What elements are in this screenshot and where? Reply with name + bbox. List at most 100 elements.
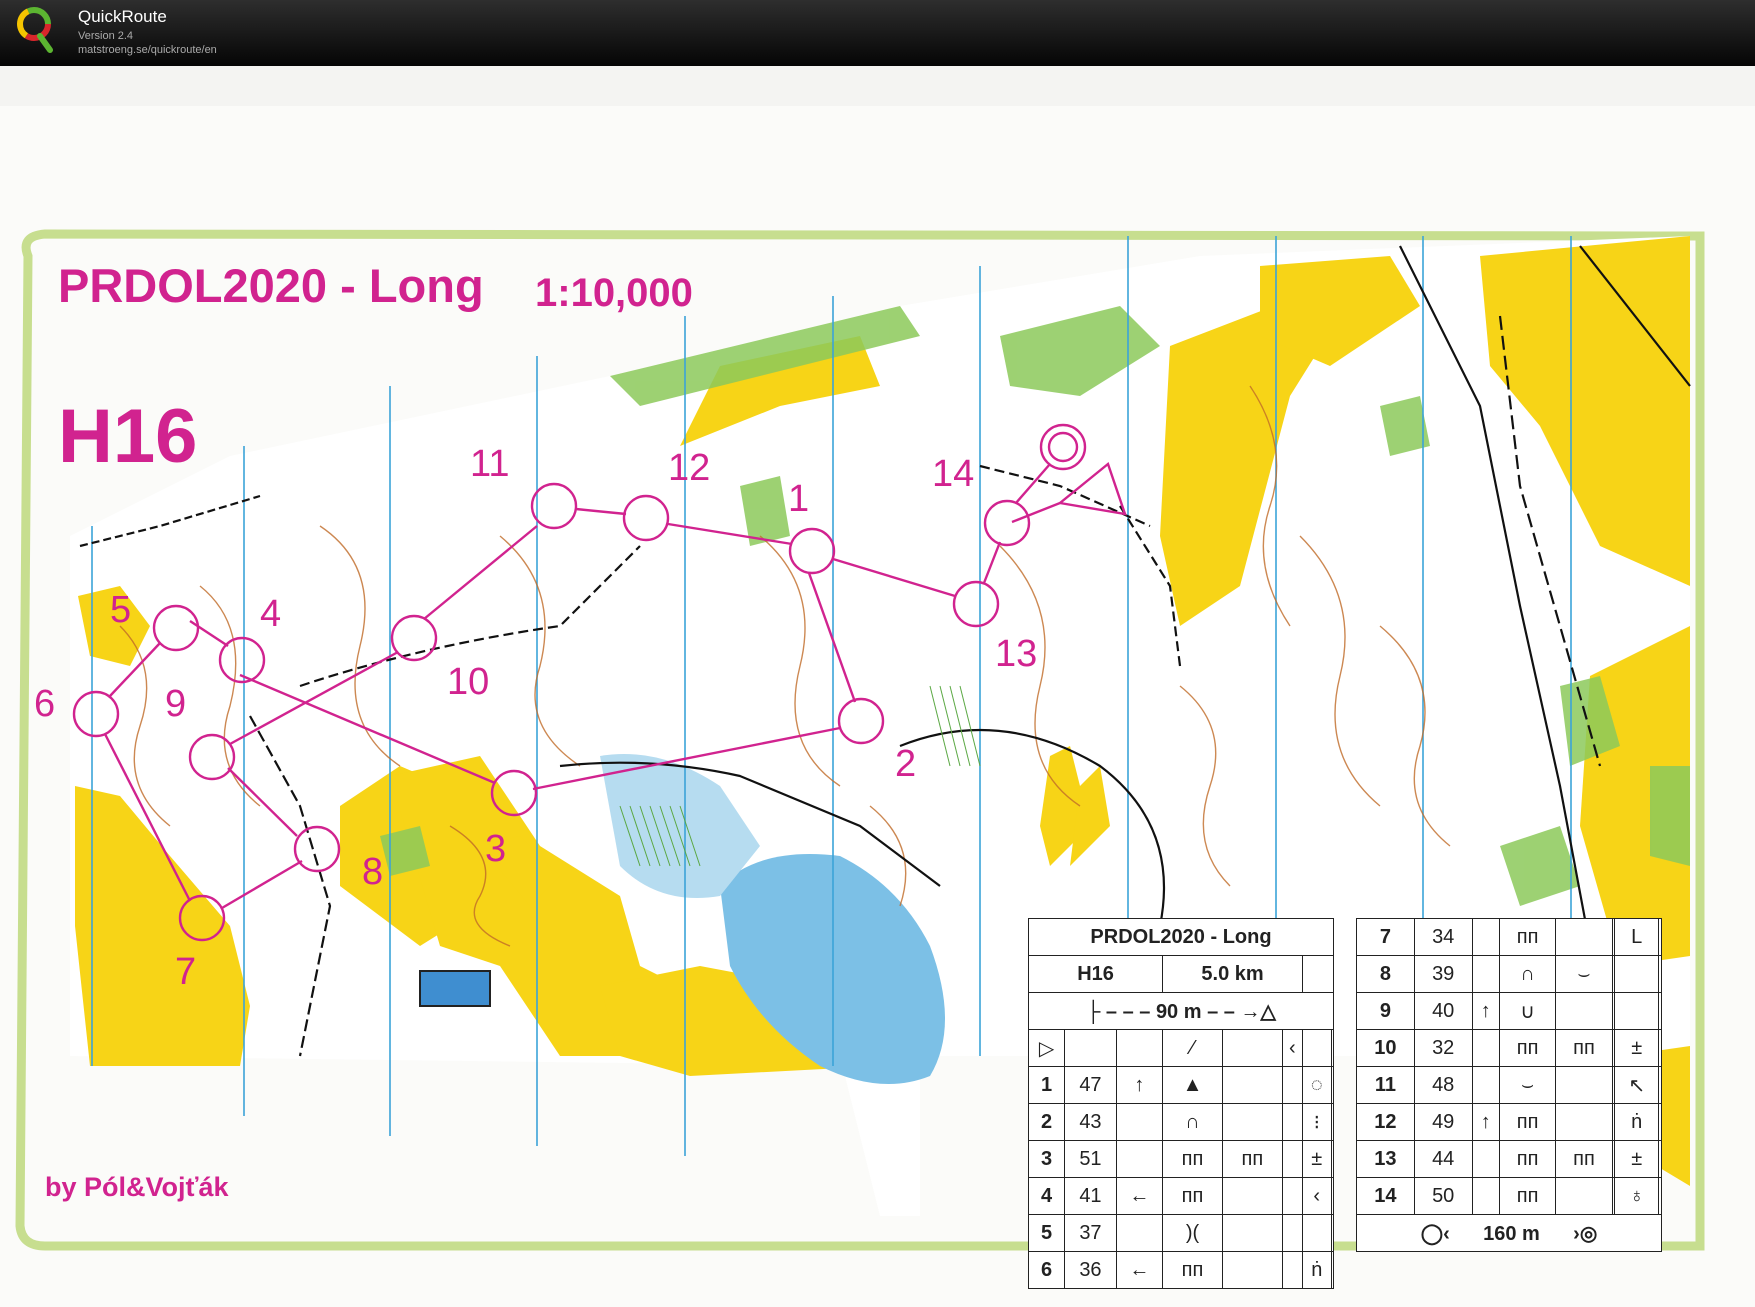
control-label-14: 14 xyxy=(932,453,974,495)
cd-finish-distance: ◯‹ 160 m ›◎ xyxy=(1356,1214,1662,1252)
cd-start-distance: ├ – – – 90 m – – →△ xyxy=(1028,992,1334,1030)
cd-cell xyxy=(1281,1251,1304,1289)
cd-cell xyxy=(1221,1214,1283,1252)
cd-cell xyxy=(1330,1177,1334,1215)
cd-cell: ▲ xyxy=(1162,1066,1223,1104)
cd-cell xyxy=(1221,1029,1283,1067)
cd-cell xyxy=(1281,1177,1304,1215)
cd-cell xyxy=(1471,1066,1500,1104)
cd-cell: ᴨᴨ xyxy=(1555,1029,1613,1067)
cd-cell: ← xyxy=(1115,1177,1164,1215)
cd-cell xyxy=(1302,955,1334,993)
cd-cell: 51 xyxy=(1064,1140,1117,1178)
control-label-10: 10 xyxy=(447,661,489,703)
cd-cell: ⁝ xyxy=(1302,1103,1332,1141)
cd-cell: ⌣ xyxy=(1498,1066,1557,1104)
app-url[interactable]: matstroeng.se/quickroute/en xyxy=(78,44,217,56)
cd-cell: ṅ xyxy=(1302,1251,1332,1289)
cd-cell: 37 xyxy=(1064,1214,1117,1252)
cd-cell: ṅ xyxy=(1614,1103,1660,1141)
app-title: QuickRoute xyxy=(78,7,167,26)
cd-cell xyxy=(1614,955,1660,993)
control-label-1: 1 xyxy=(788,478,809,520)
cd-cell xyxy=(1471,918,1500,956)
cd-cell xyxy=(1115,1214,1164,1252)
control-description-right: 7 34 ᴨᴨ L 8 39 ∩ ⌣ 9 40 ↑ ∪ 10 32 ᴨᴨ ᴨᴨ ± 11 48 ⌣ ↖ 12 49… xyxy=(1356,918,1662,1252)
cd-length: 5.0 km xyxy=(1162,955,1304,993)
cd-cell: 1 xyxy=(1027,1066,1066,1104)
cd-cell: ᴨᴨ xyxy=(1498,1177,1557,1215)
cd-cell xyxy=(1221,1177,1283,1215)
control-label-2: 2 xyxy=(895,743,916,785)
cd-cell: ◌ xyxy=(1302,1066,1332,1104)
cd-cell: 11 xyxy=(1356,1066,1415,1104)
cd-cell: 6 xyxy=(1027,1251,1066,1289)
cd-cell: 10 xyxy=(1356,1029,1415,1067)
cd-cell: 4 xyxy=(1027,1177,1066,1215)
cd-cell: 5 xyxy=(1027,1214,1066,1252)
cd-cell: ᴨᴨ xyxy=(1162,1177,1223,1215)
cd-cell: ᴨᴨ xyxy=(1498,1029,1557,1067)
cd-cell: 49 xyxy=(1413,1103,1473,1141)
cd-cell xyxy=(1221,1251,1283,1289)
cd-cell: ± xyxy=(1614,1029,1660,1067)
cd-cell: ↑ xyxy=(1115,1066,1164,1104)
cd-cell: ‹ xyxy=(1281,1029,1304,1067)
cd-cell: 47 xyxy=(1064,1066,1117,1104)
cd-cell xyxy=(1281,1214,1304,1252)
control-label-13: 13 xyxy=(995,633,1037,675)
cd-cell: ↑ xyxy=(1471,1103,1500,1141)
cd-cell: 50 xyxy=(1413,1177,1473,1215)
cd-cell: ∩ xyxy=(1498,955,1557,993)
map-canvas[interactable]: 1 2 3 4 5 6 7 8 9 10 11 12 13 14 PRDOL20… xyxy=(0,66,1755,1307)
cd-cell xyxy=(1658,918,1662,956)
cd-cell: 3 xyxy=(1027,1140,1066,1178)
cd-cell: )( xyxy=(1162,1214,1223,1252)
control-label-11: 11 xyxy=(470,443,509,485)
cd-cell: 7 xyxy=(1356,918,1415,956)
control-label-7: 7 xyxy=(175,951,196,993)
app-version: Version 2.4 xyxy=(78,30,134,42)
cd-cell: 36 xyxy=(1064,1251,1117,1289)
control-description-left: PRDOL2020 - Long H16 5.0 km ├ – – – 90 m… xyxy=(1027,918,1334,1289)
cd-cell xyxy=(1330,1251,1334,1289)
cd-cell: ∪ xyxy=(1498,992,1557,1030)
cd-cell: ᴨᴨ xyxy=(1498,1140,1557,1178)
cd-cell xyxy=(1658,1066,1662,1104)
map-credit: by Pól&Vojťák xyxy=(45,1172,229,1202)
cd-cell: L xyxy=(1614,918,1660,956)
control-label-5: 5 xyxy=(110,589,131,631)
cd-cell: 39 xyxy=(1413,955,1473,993)
cd-cell: 34 xyxy=(1413,918,1473,956)
cd-cell xyxy=(1064,1029,1117,1067)
cd-cell xyxy=(1555,1177,1613,1215)
cd-cell: ↖ xyxy=(1614,1066,1660,1104)
cd-cell: ± xyxy=(1302,1140,1332,1178)
cd-cell xyxy=(1555,992,1613,1030)
cd-cell: ‹ xyxy=(1302,1177,1332,1215)
control-label-9: 9 xyxy=(165,683,186,725)
cd-cell: ᴨᴨ xyxy=(1555,1140,1613,1178)
map-event-title: PRDOL2020 - Long xyxy=(58,259,484,312)
cd-cell xyxy=(1658,955,1662,993)
cd-cell xyxy=(1658,1103,1662,1141)
cd-cell: ⁄ xyxy=(1162,1029,1223,1067)
cd-cell: 44 xyxy=(1413,1140,1473,1178)
cd-class: H16 xyxy=(1027,955,1164,993)
cd-cell: 13 xyxy=(1356,1140,1415,1178)
cd-cell xyxy=(1555,1066,1613,1104)
cd-cell: ♁ xyxy=(1614,1177,1660,1215)
cd-cell xyxy=(1658,992,1662,1030)
title-bar: QuickRoute Version 2.4 matstroeng.se/qui… xyxy=(0,0,1755,66)
cd-cell xyxy=(1471,1029,1500,1067)
cd-cell xyxy=(1281,1066,1304,1104)
cd-cell xyxy=(1471,1177,1500,1215)
control-label-12: 12 xyxy=(668,447,710,489)
cd-cell xyxy=(1658,1029,1662,1067)
cd-cell: ᴨᴨ xyxy=(1498,918,1557,956)
start-triangle-icon: ▷ xyxy=(1027,1029,1066,1067)
quickroute-logo-icon xyxy=(17,7,53,53)
cd-cell: 32 xyxy=(1413,1029,1473,1067)
cd-cell xyxy=(1221,1066,1283,1104)
cd-cell: ± xyxy=(1614,1140,1660,1178)
